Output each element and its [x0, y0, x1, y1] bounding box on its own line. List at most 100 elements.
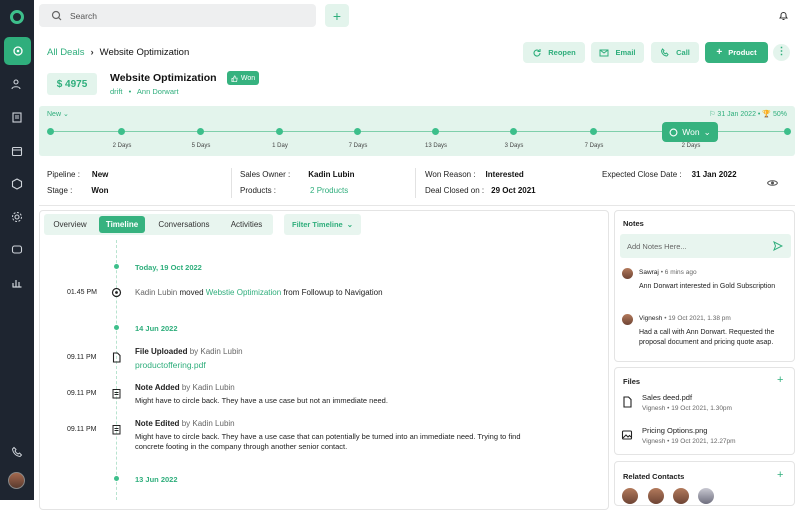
search-bar[interactable]: Search: [39, 4, 316, 27]
phone-icon: [661, 47, 669, 57]
deal-source: drift: [110, 87, 123, 96]
stage-duration-label: 7 Days: [584, 143, 604, 149]
more-options-icon[interactable]: ⋮: [773, 44, 790, 61]
stage-duration-label: 3 Days: [504, 143, 524, 149]
circle-icon: [669, 128, 678, 136]
event-time: 01.45 PM: [67, 289, 97, 296]
tab-timeline[interactable]: Timeline: [99, 216, 145, 233]
timeline-date: 14 Jun 2022: [135, 324, 178, 333]
timeline-date: Today, 19 Oct 2022: [135, 263, 202, 272]
timeline-date: 13 Jun 2022: [135, 475, 178, 484]
stage-duration-label: 1 Day: [272, 143, 288, 149]
stage-dot[interactable]: [432, 128, 439, 135]
stage-dot[interactable]: [784, 128, 791, 135]
won-reason-field: Won Reason : Interested: [425, 170, 524, 179]
file-meta: Vignesh • 19 Oct 2021, 1.30pm: [642, 405, 732, 412]
won-stage-button[interactable]: Won ⌄: [662, 122, 718, 142]
filter-timeline-button[interactable]: Filter Timeline ⌄: [284, 214, 361, 235]
add-file-icon[interactable]: +: [777, 374, 783, 386]
calendar-nav-icon[interactable]: [0, 137, 34, 165]
settings-nav-icon[interactable]: [0, 203, 34, 231]
contact-avatar[interactable]: [673, 488, 689, 504]
tab-activities[interactable]: Activities: [222, 214, 271, 235]
app-logo[interactable]: [10, 10, 24, 24]
plus-icon: +: [716, 47, 723, 58]
pipeline-field: Pipeline : New: [47, 170, 109, 179]
products-link[interactable]: 2 Products: [310, 186, 348, 195]
stage-duration-label: 2 Days: [112, 143, 132, 149]
timeline-dot: [114, 476, 119, 481]
search-icon: [51, 10, 62, 21]
deals-nav-icon[interactable]: [4, 37, 31, 65]
deal-subline: drift • Ann Dorwart: [110, 87, 179, 96]
companies-nav-icon[interactable]: [0, 103, 34, 131]
note-icon: [112, 389, 121, 399]
email-button[interactable]: Email: [591, 42, 644, 63]
file-name[interactable]: Pricing Options.png: [642, 426, 707, 435]
file-meta: Vignesh • 19 Oct 2021, 12.27pm: [642, 438, 736, 445]
file-name[interactable]: Sales deed.pdf: [642, 393, 692, 402]
file-icon: [623, 396, 632, 408]
eye-icon[interactable]: [767, 178, 778, 188]
deal-owner[interactable]: Ann Dorwart: [137, 87, 179, 96]
search-input[interactable]: Search: [70, 11, 97, 21]
file-icon: [112, 352, 121, 363]
stage-dot[interactable]: [510, 128, 517, 135]
file-link[interactable]: productoffering.pdf: [135, 360, 575, 370]
products-nav-icon[interactable]: [0, 170, 34, 198]
avatar: [622, 268, 633, 279]
note-icon: [112, 425, 121, 435]
event-time: 09.11 PM: [67, 354, 97, 361]
reports-nav-icon[interactable]: [0, 269, 34, 297]
chevron-down-icon: ⌄: [703, 126, 711, 137]
stage-dot[interactable]: [590, 128, 597, 135]
deal-tabs: Overview Timeline Conversations Activiti…: [44, 214, 273, 235]
thumbs-up-icon: [231, 75, 238, 82]
contact-avatar[interactable]: [622, 488, 638, 504]
deal-link[interactable]: Webstie Optimization: [206, 288, 281, 297]
breadcrumb-all-deals[interactable]: All Deals: [47, 47, 85, 58]
files-title: Files: [623, 377, 641, 386]
products-field: Products :2 Products: [240, 186, 349, 195]
user-avatar[interactable]: [8, 472, 25, 489]
divider: [231, 168, 232, 198]
timeline-line: [116, 240, 117, 500]
deal-title: Website Optimization: [110, 72, 217, 84]
pipeline-meta: ⚐ 31 Jan 2022 • 🏆 50%: [709, 111, 787, 118]
contact-avatar[interactable]: [648, 488, 664, 504]
tab-overview[interactable]: Overview: [44, 214, 96, 235]
related-contacts-title: Related Contacts: [623, 472, 685, 481]
expected-close-field: Expected Close Date :31 Jan 2022: [602, 170, 737, 179]
add-contact-icon[interactable]: +: [777, 469, 783, 481]
pipeline-stage-bar: New ⌄ ⚐ 31 Jan 2022 • 🏆 50% 2 Days 5 Day…: [39, 106, 795, 156]
event-time: 09.11 PM: [67, 426, 97, 433]
stage-dot[interactable]: [354, 128, 361, 135]
pipeline-select[interactable]: New ⌄: [47, 110, 69, 118]
stage-dot[interactable]: [47, 128, 54, 135]
note-text: Might have to circle back. They have a u…: [135, 396, 388, 405]
add-button[interactable]: +: [325, 4, 349, 27]
divider: [39, 205, 795, 206]
stage-dot[interactable]: [197, 128, 204, 135]
stage-dot[interactable]: [118, 128, 125, 135]
tab-conversations[interactable]: Conversations: [148, 214, 220, 235]
phone-nav-icon[interactable]: [0, 438, 34, 466]
bell-icon[interactable]: [778, 10, 789, 21]
stage-duration-label: 5 Days: [191, 143, 211, 149]
stage-field: Stage : Won: [47, 186, 109, 195]
stage-duration-label: 13 Days: [424, 143, 448, 149]
call-button[interactable]: Call: [651, 42, 699, 63]
messages-nav-icon[interactable]: [0, 236, 34, 264]
note-meta: Vignesh • 19 Oct 2021, 1.38 pm: [639, 315, 731, 322]
stage-dot[interactable]: [276, 128, 283, 135]
reopen-button[interactable]: Reopen: [523, 42, 585, 63]
timeline-event: File Uploaded by Kadin Lubin: [135, 347, 243, 356]
contact-avatar[interactable]: [698, 488, 714, 504]
notes-input[interactable]: Add Notes Here...: [620, 234, 791, 258]
notes-title: Notes: [623, 219, 644, 228]
add-product-button[interactable]: + Product: [705, 42, 768, 63]
breadcrumb-current: Website Optimization: [99, 47, 190, 58]
contacts-nav-icon[interactable]: [0, 70, 34, 98]
avatar: [622, 314, 633, 325]
send-icon[interactable]: [773, 241, 783, 251]
